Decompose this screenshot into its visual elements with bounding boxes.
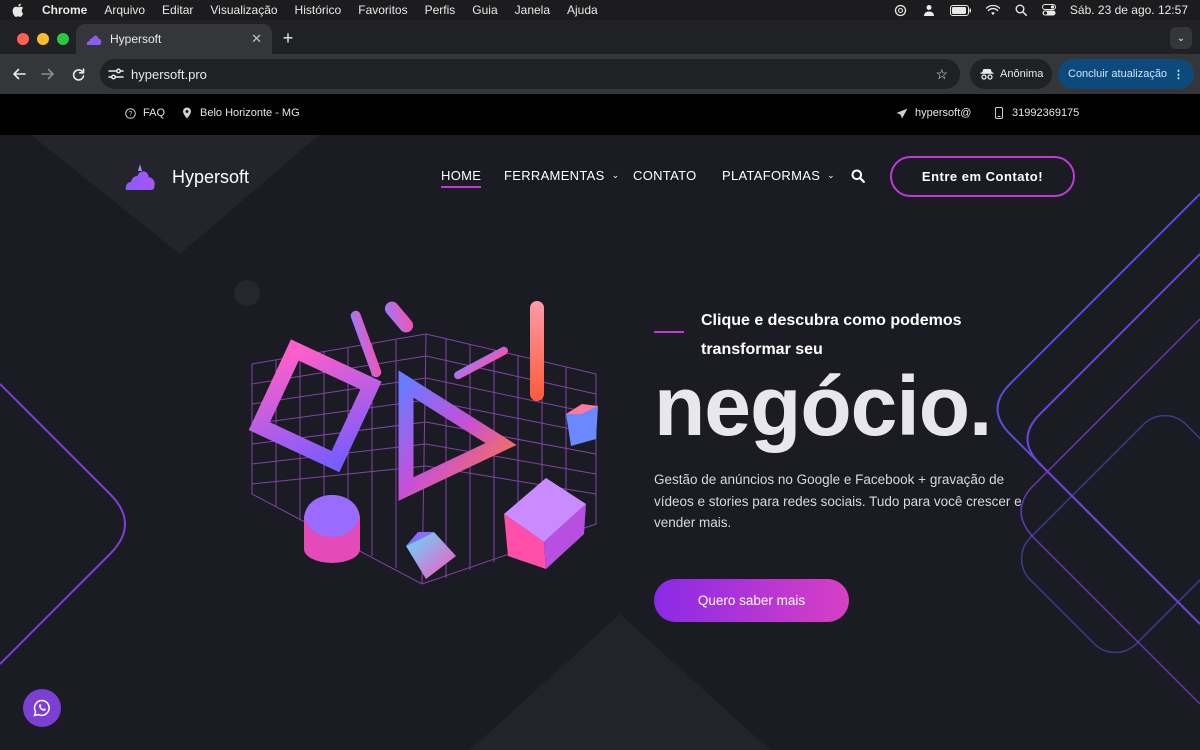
menu-guia[interactable]: Guia xyxy=(472,3,497,17)
chrome-toolbar: hypersoft.pro ☆ Anônima Concluir atualiz… xyxy=(0,54,1200,94)
svg-text:?: ? xyxy=(128,111,132,118)
chevron-down-icon: ⌄ xyxy=(827,170,836,180)
control-center-icon[interactable] xyxy=(1041,4,1056,16)
nav-plataformas-label: PLATAFORMAS xyxy=(722,168,821,183)
macos-menubar: Chrome Arquivo Editar Visualização Histó… xyxy=(0,0,1200,20)
chevron-down-icon: ⌄ xyxy=(611,170,620,180)
hero-headline: negócio. xyxy=(654,359,992,453)
chatgpt-icon[interactable] xyxy=(894,4,908,16)
nav-contato[interactable]: CONTATO xyxy=(633,168,697,183)
search-icon[interactable] xyxy=(851,169,865,183)
apple-icon[interactable] xyxy=(12,3,24,17)
menu-perfis[interactable]: Perfis xyxy=(425,3,456,17)
question-icon: ? xyxy=(124,107,136,119)
hero-description: Gestão de anúncios no Google e Facebook … xyxy=(654,472,1022,530)
battery-icon[interactable] xyxy=(949,4,972,16)
email-link[interactable]: hypersoft@ xyxy=(896,107,971,119)
menu-ajuda[interactable]: Ajuda xyxy=(567,3,598,17)
nav-plataformas[interactable]: PLATAFORMAS ⌄ xyxy=(722,168,835,183)
menu-favoritos[interactable]: Favoritos xyxy=(358,3,407,17)
map-pin-icon xyxy=(181,107,193,119)
tab-close-icon[interactable]: ✕ xyxy=(251,31,262,47)
eyebrow-accent-line xyxy=(654,331,684,333)
incognito-icon xyxy=(980,69,994,80)
zoom-window-button[interactable] xyxy=(57,33,69,45)
send-icon xyxy=(896,107,908,119)
close-window-button[interactable] xyxy=(17,33,29,45)
menu-arquivo[interactable]: Arquivo xyxy=(104,3,145,17)
incognito-label: Anônima xyxy=(1000,68,1044,80)
browser-tab[interactable]: Hypersoft ✕ xyxy=(76,24,272,54)
email-label: hypersoft@ xyxy=(915,107,972,119)
faq-label: FAQ xyxy=(143,107,166,119)
reload-button[interactable] xyxy=(69,65,87,83)
window-controls xyxy=(17,33,69,45)
nav-home[interactable]: HOME xyxy=(441,168,482,188)
more-menu-icon[interactable]: ⋮ xyxy=(1173,68,1184,81)
chrome-tab-strip: Hypersoft ✕ + ⌄ xyxy=(0,20,1200,54)
location-info: Belo Horizonte - MG xyxy=(181,107,300,119)
location-label: Belo Horizonte - MG xyxy=(200,107,300,119)
update-label: Concluir atualização xyxy=(1068,68,1168,80)
contact-cta-button[interactable]: Entre em Contato! xyxy=(890,156,1075,197)
menu-visualizacao[interactable]: Visualização xyxy=(210,3,277,17)
wifi-icon[interactable] xyxy=(985,4,1000,16)
phone-label: 31992369175 xyxy=(1012,107,1080,119)
forward-button[interactable] xyxy=(39,65,57,83)
hypersoft-favicon-icon xyxy=(86,35,102,45)
faq-link[interactable]: ? FAQ xyxy=(124,107,165,119)
minimize-window-button[interactable] xyxy=(37,33,49,45)
spotlight-icon[interactable] xyxy=(1014,4,1028,16)
url-text[interactable]: hypersoft.pro xyxy=(131,67,207,82)
address-bar[interactable]: hypersoft.pro ☆ xyxy=(100,59,960,89)
learn-more-button[interactable]: Quero saber mais xyxy=(654,579,849,622)
hero-3d-illustration xyxy=(248,301,598,585)
nav-ferramentas-label: FERRAMENTAS xyxy=(504,168,605,183)
phone-link[interactable]: 31992369175 xyxy=(993,107,1079,119)
contact-cta-label: Entre em Contato! xyxy=(921,169,1044,184)
menu-chrome[interactable]: Chrome xyxy=(42,3,87,17)
top-info-bar: ? FAQ Belo Horizonte - MG hypersoft@ 319… xyxy=(0,94,1200,135)
nav-home-label: HOME xyxy=(441,168,482,183)
new-tab-button[interactable]: + xyxy=(280,28,296,49)
nav-ferramentas[interactable]: FERRAMENTAS ⌄ xyxy=(504,168,619,183)
phone-icon xyxy=(993,107,1005,119)
brand-name: Hypersoft xyxy=(172,166,250,187)
nav-contato-label: CONTATO xyxy=(633,168,697,183)
back-button[interactable] xyxy=(10,65,28,83)
bookmark-star-icon[interactable]: ☆ xyxy=(935,66,948,83)
whatsapp-button[interactable] xyxy=(23,689,61,727)
incognito-badge[interactable]: Anônima xyxy=(970,59,1052,89)
menu-editar[interactable]: Editar xyxy=(162,3,193,17)
tab-title: Hypersoft xyxy=(110,32,162,46)
menubar-clock[interactable]: Sáb. 23 de ago. 12:57 xyxy=(1070,3,1188,17)
site-info-icon[interactable] xyxy=(108,67,124,81)
website-viewport: ? FAQ Belo Horizonte - MG hypersoft@ 319… xyxy=(0,94,1200,750)
tab-search-button[interactable]: ⌄ xyxy=(1170,27,1192,49)
site-logo[interactable]: Hypersoft xyxy=(124,162,249,192)
hypersoft-logo-icon xyxy=(125,164,155,190)
menu-janela[interactable]: Janela xyxy=(515,3,550,17)
whatsapp-icon xyxy=(33,699,50,717)
menu-historico[interactable]: Histórico xyxy=(295,3,342,17)
user-icon[interactable] xyxy=(922,4,936,16)
update-button[interactable]: Concluir atualização ⋮ xyxy=(1058,59,1194,89)
learn-more-label: Quero saber mais xyxy=(697,593,806,608)
